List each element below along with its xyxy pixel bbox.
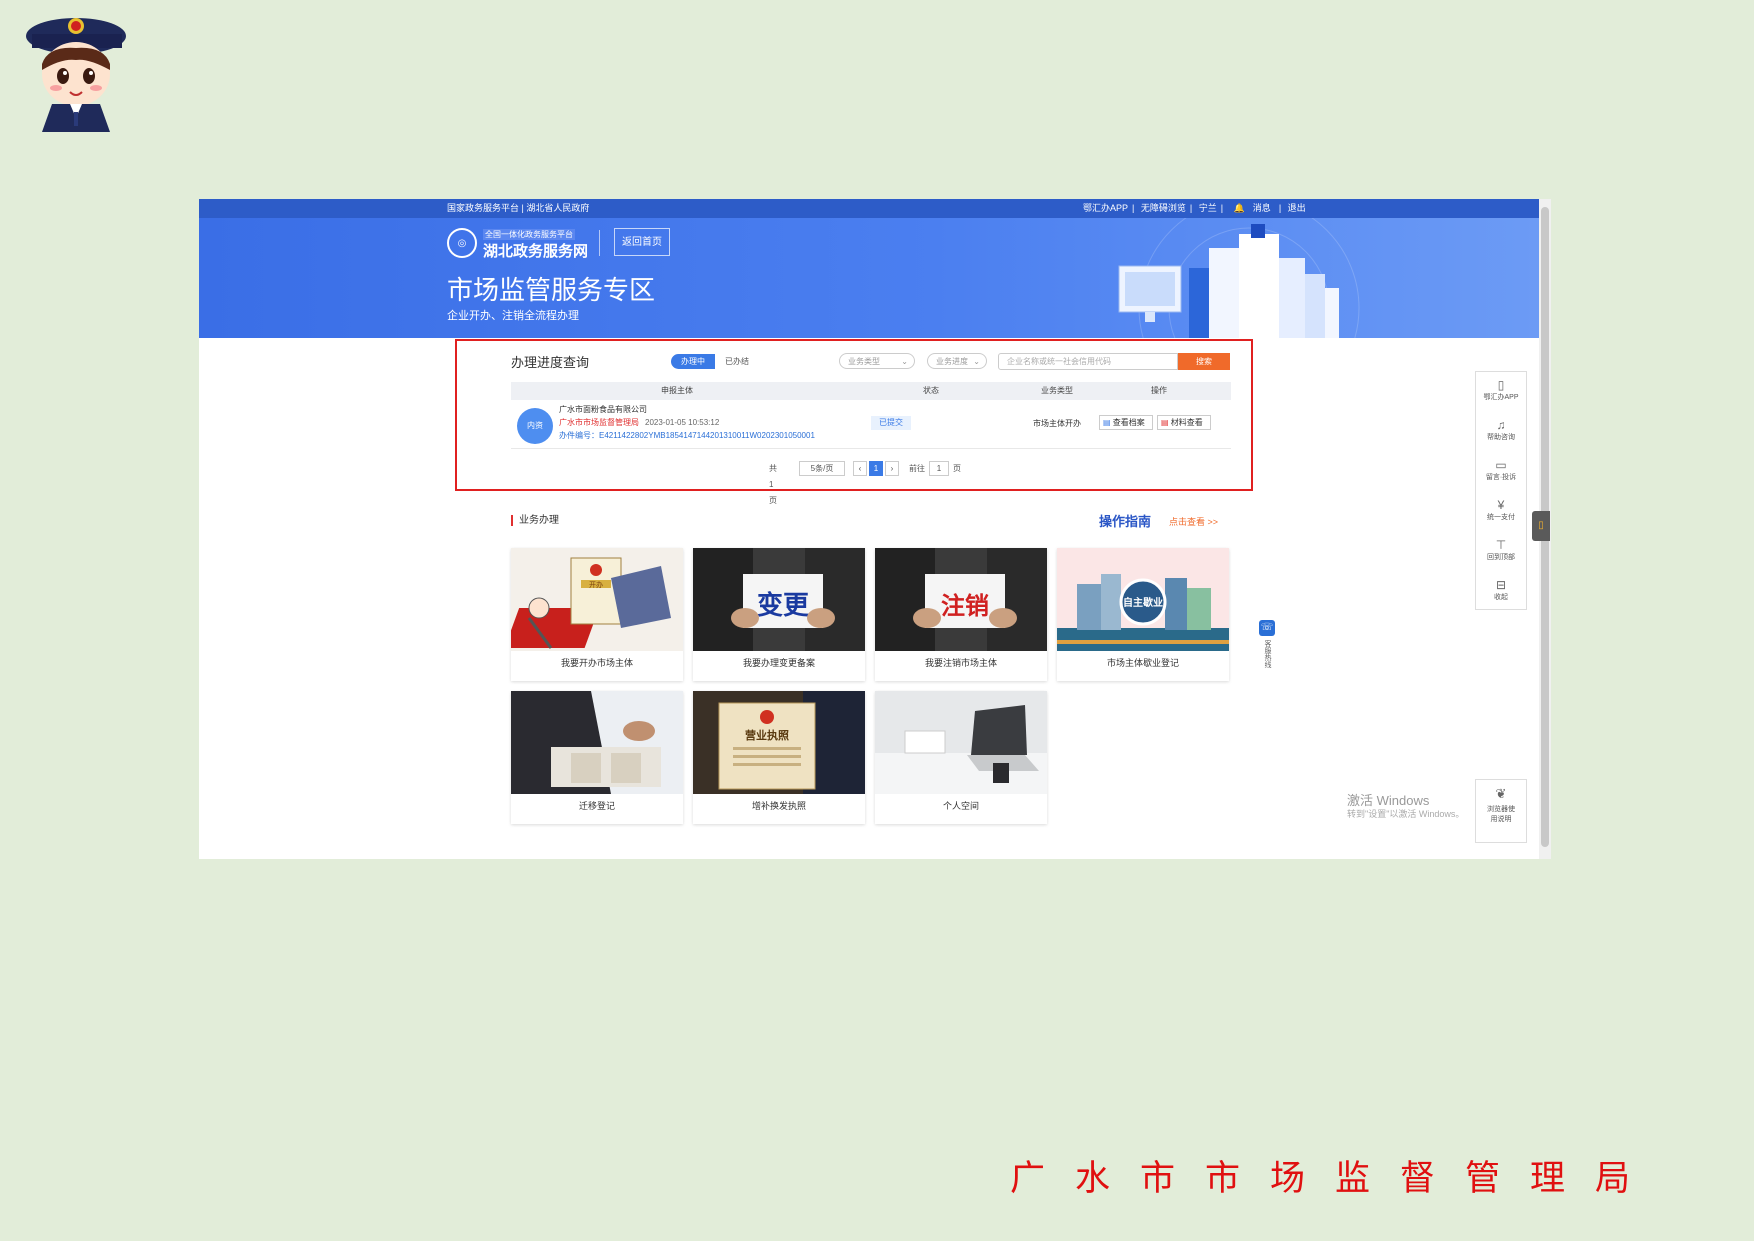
browser-tip-label: 浏览器使用说明 — [1487, 806, 1515, 823]
message-icon: ▭ — [1495, 458, 1507, 472]
headset-icon: ♫ — [1496, 418, 1506, 432]
browser-screenshot: 国家政务服务平台 | 湖北省人民政府 鄂汇办APP | 无障碍浏览 | 宁兰 | 🔔 消… — [199, 199, 1551, 859]
red-highlight-box — [455, 339, 1253, 491]
top-icon: ⊤ — [1495, 538, 1507, 552]
top-bar-left-links[interactable]: 国家政务服务平台 | 湖北省人民政府 — [447, 199, 589, 218]
card-image-text-cancel: 注销 — [941, 591, 989, 620]
card-image-open: 开办 — [511, 548, 683, 651]
top-link-logout[interactable]: 退出 — [1288, 203, 1306, 213]
service-card-open[interactable]: 开办 我要开办市场主体 — [511, 548, 683, 681]
card-label: 我要注销市场主体 — [924, 658, 997, 668]
bell-icon: 🔔 — [1233, 203, 1245, 213]
service-card-suspend[interactable]: 自主歇业 市场主体歇业登记 — [1057, 548, 1229, 681]
footer-org-name: 广水市市场监督管理局 — [1010, 1159, 1661, 1199]
float-item-app[interactable]: ▯ 鄂汇办APP — [1476, 378, 1526, 402]
float-item-collapse[interactable]: ⊟ 收起 — [1476, 578, 1526, 602]
browser-tip-button[interactable]: ❦ 浏览器使用说明 — [1475, 779, 1527, 843]
card-image-text-license: 营业执照 — [745, 728, 789, 742]
card-image-suspend: 自主歇业 — [1057, 548, 1229, 651]
logo-divider — [599, 230, 600, 256]
service-card-migrate[interactable]: 迁移登记 — [511, 691, 683, 824]
phone-icon: ☏ — [1259, 620, 1275, 636]
minus-icon: ⊟ — [1495, 578, 1507, 592]
operation-guide-title: 操作指南 — [1099, 514, 1152, 529]
logo-platform-label: 全国一体化政务服务平台 — [483, 229, 575, 240]
card-image-personal — [875, 691, 1047, 794]
float-item-complaint[interactable]: ▭ 留言·投诉 — [1476, 458, 1526, 482]
phone-icon: ▯ — [1497, 378, 1505, 392]
top-link-app[interactable]: 鄂汇办APP — [1083, 203, 1128, 213]
guide-link[interactable]: 点击查看 >> — [1169, 515, 1218, 528]
card-label: 我要办理变更备案 — [742, 658, 815, 668]
top-link-user[interactable]: 宁兰 — [1199, 203, 1217, 213]
card-image-text-open: 开办 — [589, 580, 603, 589]
service-card-change[interactable]: 变更 我要办理变更备案 — [693, 548, 865, 681]
police-mascot-image — [26, 18, 126, 132]
top-bar: 国家政务服务平台 | 湖北省人民政府 鄂汇办APP | 无障碍浏览 | 宁兰 | 🔔 消… — [199, 199, 1539, 218]
leaf-icon: ❦ — [1495, 786, 1507, 801]
card-label: 市场主体歇业登记 — [1106, 658, 1179, 668]
logo-site-name[interactable]: 湖北政务服务网 — [483, 240, 588, 261]
page-subtitle: 企业开办、注销全流程办理 — [447, 310, 579, 322]
card-image-text-suspend: 自主歇业 — [1123, 596, 1163, 609]
top-link-accessibility[interactable]: 无障碍浏览 — [1141, 203, 1186, 213]
card-image-text-change: 变更 — [757, 590, 810, 621]
city-skyline-illustration — [1118, 218, 1360, 338]
page-title: 市场监管服务专区 — [447, 275, 656, 305]
back-home-button[interactable]: 返回首页 — [614, 228, 670, 256]
emblem-logo-icon: ◎ — [447, 228, 477, 258]
service-card-personal[interactable]: 个人空间 — [875, 691, 1047, 824]
hotline-chip[interactable]: ☏ 客服热线 — [1259, 620, 1277, 680]
card-image-cancel: 注销 — [875, 548, 1047, 651]
float-item-pay[interactable]: ¥ 统一支付 — [1476, 498, 1526, 522]
card-image-migrate — [511, 691, 683, 794]
card-label: 增补换发执照 — [751, 801, 806, 811]
windows-activation-sub: 转到"设置"以激活 Windows。 — [1347, 809, 1465, 819]
top-link-messages[interactable]: 🔔 消息 — [1230, 203, 1275, 213]
card-image-license: 营业执照 — [693, 691, 865, 794]
service-card-cancel[interactable]: 注销 我要注销市场主体 — [875, 548, 1047, 681]
side-tab[interactable]: ▯ — [1532, 511, 1550, 541]
float-item-top[interactable]: ⊤ 回到顶部 — [1476, 538, 1526, 562]
float-toolbar: ▯ 鄂汇办APP ♫ 帮助咨询 ▭ 留言·投诉 ¥ 统一支付 ⊤ 回到顶部 ⊟ 收起 — [1475, 371, 1527, 610]
yuan-icon: ¥ — [1497, 498, 1505, 512]
service-card-license[interactable]: 营业执照 增补换发执照 — [693, 691, 865, 824]
float-item-help[interactable]: ♫ 帮助咨询 — [1476, 418, 1526, 442]
card-label: 我要开办市场主体 — [560, 658, 633, 668]
card-label: 个人空间 — [942, 801, 979, 811]
top-bar-right-links: 鄂汇办APP | 无障碍浏览 | 宁兰 | 🔔 消息 | 退出 — [1083, 203, 1306, 213]
card-label: 迁移登记 — [578, 801, 615, 811]
hotline-label: 客服热线 — [1264, 640, 1271, 668]
card-image-change: 变更 — [693, 548, 865, 651]
section-title: 业务办理 — [511, 515, 559, 526]
hero-banner: ◎ 全国一体化政务服务平台 湖北政务服务网 返回首页 市场监管服务专区 企业开办… — [199, 218, 1539, 338]
